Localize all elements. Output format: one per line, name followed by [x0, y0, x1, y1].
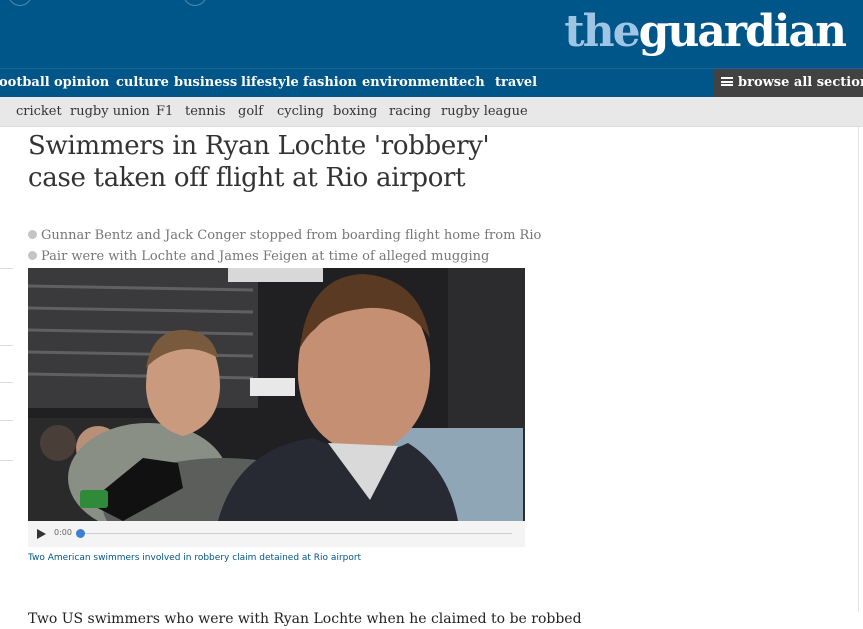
bullet-icon	[28, 251, 37, 260]
subnav-item-cycling[interactable]: cycling	[277, 104, 324, 119]
subnav-item-rugby-union[interactable]: rugby union	[70, 104, 150, 119]
video-time: 0:00	[54, 528, 72, 537]
nav-item-environment[interactable]: environment	[362, 75, 455, 90]
video-frame[interactable]	[28, 268, 525, 521]
guardian-logo[interactable]: theguardian	[564, 4, 847, 60]
subnav-item-rugby-league[interactable]: rugby league	[441, 104, 528, 119]
subnav-item-tennis[interactable]: tennis	[185, 104, 226, 119]
standfirst-text: Gunnar Bentz and Jack Conger stopped fro…	[41, 228, 542, 243]
subnav-item-boxing[interactable]: boxing	[333, 104, 377, 119]
play-icon[interactable]	[37, 529, 46, 539]
gutter-rule	[0, 420, 13, 421]
nav-item-lifestyle[interactable]: lifestyle	[241, 75, 299, 90]
nav-item-travel[interactable]: travel	[495, 75, 537, 90]
subnav-item-racing[interactable]: racing	[389, 104, 431, 119]
browse-all-sections-button[interactable]: browse all sections	[713, 69, 863, 97]
article-standfirst: Gunnar Bentz and Jack Conger stopped fro…	[28, 225, 548, 267]
decorative-circle	[8, 0, 32, 6]
bullet-icon	[28, 230, 37, 239]
article-headline: Swimmers in Ryan Lochte 'robbery' case t…	[28, 131, 490, 193]
subnav-item-cricket[interactable]: cricket	[16, 104, 62, 119]
gutter-rule	[0, 382, 13, 383]
subnav-item-golf[interactable]: golf	[238, 104, 263, 119]
standfirst-point: Gunnar Bentz and Jack Conger stopped fro…	[28, 225, 548, 246]
standfirst-point: Pair were with Lochte and James Feigen a…	[28, 246, 548, 267]
decorative-circle	[183, 0, 207, 6]
standfirst-text: Pair were with Lochte and James Feigen a…	[41, 249, 490, 264]
nav-item-culture[interactable]: culture	[116, 75, 169, 90]
gutter-rule	[0, 268, 13, 269]
progress-handle[interactable]	[76, 529, 85, 538]
logo-prefix: the	[564, 6, 640, 57]
browse-label: browse all sections	[738, 75, 863, 90]
nav-item-opinion[interactable]: opinion	[54, 75, 109, 90]
masthead: theguardian	[0, 0, 863, 68]
column-divider	[858, 127, 859, 612]
menu-icon	[721, 77, 733, 86]
article-body: Two US swimmers who were with Ryan Locht…	[28, 611, 582, 627]
nav-item-business[interactable]: business	[174, 75, 237, 90]
nav-item-football[interactable]: ootball	[0, 75, 50, 90]
progress-track[interactable]	[80, 533, 512, 534]
primary-nav: ootball opinion culture business lifesty…	[0, 68, 863, 97]
gutter-rule	[0, 460, 13, 461]
video-player-controls: 0:00	[28, 521, 525, 547]
logo-main: guardian	[638, 6, 847, 57]
nav-item-fashion[interactable]: fashion	[303, 75, 357, 90]
video-still-image	[28, 268, 525, 521]
gutter-rule	[0, 345, 13, 346]
nav-item-tech[interactable]: tech	[453, 75, 485, 90]
sport-subnav: cricket rugby union F1 tennis golf cycli…	[0, 97, 863, 127]
video-caption: Two American swimmers involved in robber…	[28, 553, 362, 563]
subnav-item-f1[interactable]: F1	[156, 104, 173, 119]
